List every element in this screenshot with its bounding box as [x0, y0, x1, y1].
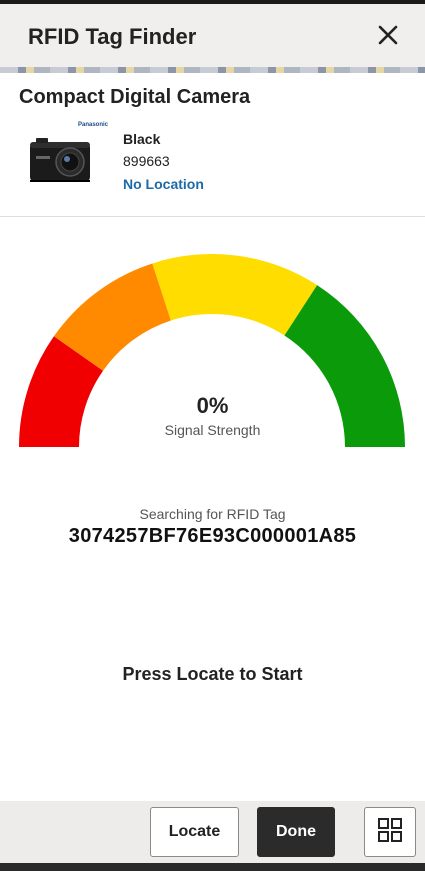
grid-icon	[377, 817, 403, 848]
product-name: Compact Digital Camera	[19, 86, 251, 108]
page-title: RFID Tag Finder	[28, 24, 197, 49]
signal-caption: Signal Strength	[164, 422, 261, 438]
locate-prompt: Press Locate to Start	[122, 664, 303, 684]
rfid-tag-id: 3074257BF76E93C000001A85	[68, 525, 357, 547]
decorative-banner	[0, 67, 425, 73]
product-sku: 899663	[123, 153, 170, 169]
product-location-link[interactable]: No Location	[123, 176, 204, 192]
app-header: RFID Tag Finder	[0, 4, 425, 67]
signal-value: 0%	[196, 393, 229, 418]
divider	[0, 216, 425, 217]
locate-button[interactable]: Locate	[150, 807, 239, 857]
product-image	[22, 120, 100, 192]
brand-logo: Panasonic	[78, 122, 109, 128]
product-color: Black	[123, 131, 161, 147]
close-icon[interactable]	[375, 22, 401, 48]
nav-strip	[0, 863, 425, 871]
footer-toolbar: Locate Done	[0, 801, 425, 863]
grid-button[interactable]	[364, 807, 416, 857]
searching-label: Searching for RFID Tag	[139, 506, 286, 522]
done-button[interactable]: Done	[257, 807, 335, 857]
